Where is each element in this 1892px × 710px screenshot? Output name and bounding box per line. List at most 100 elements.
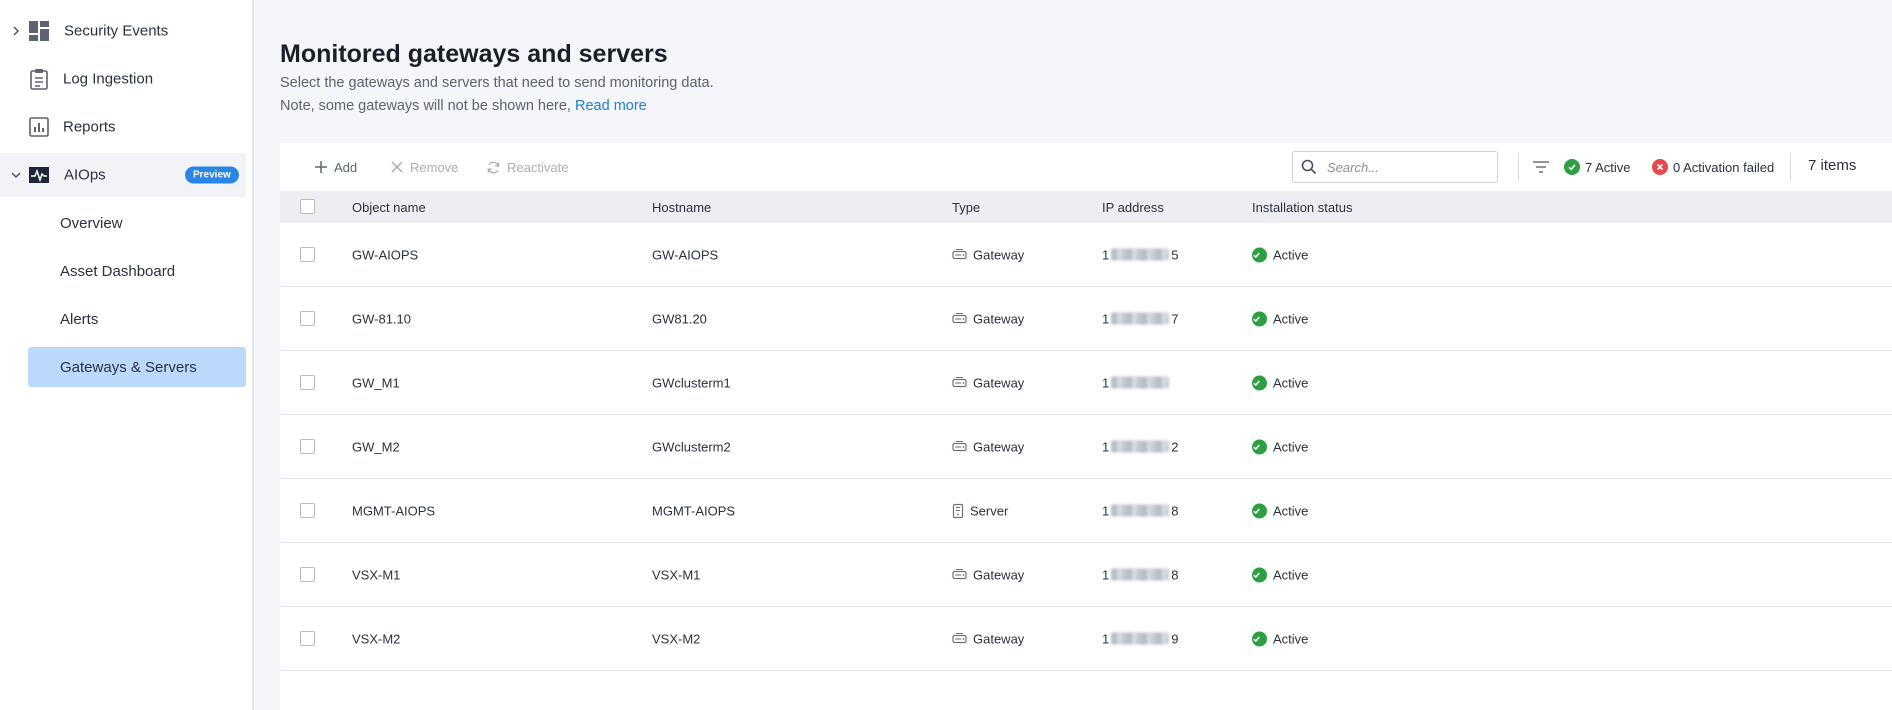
items-count: 7 items bbox=[1808, 157, 1857, 174]
column-header-ip-address[interactable]: IP address bbox=[1102, 200, 1164, 215]
sidebar-subitem-alerts[interactable]: Alerts bbox=[28, 299, 246, 339]
ip-prefix: 1 bbox=[1102, 375, 1110, 390]
type-label: Server bbox=[970, 503, 1009, 518]
sidebar-subitem-overview[interactable]: Overview bbox=[28, 203, 246, 243]
table-row[interactable]: MGMT-AIOPS MGMT-AIOPS Server 1 8 Active bbox=[280, 479, 1892, 543]
redacted-ip bbox=[1111, 248, 1170, 261]
sidebar-subitem-gateways-servers[interactable]: Gateways & Servers bbox=[28, 347, 246, 387]
object-name-cell: GW-81.10 bbox=[352, 311, 412, 326]
row-checkbox[interactable] bbox=[300, 567, 315, 582]
ip-prefix: 1 bbox=[1102, 311, 1110, 326]
search-icon bbox=[1301, 159, 1317, 175]
gateway-icon bbox=[952, 313, 967, 324]
column-header-hostname[interactable]: Hostname bbox=[652, 200, 711, 215]
search-input[interactable] bbox=[1327, 159, 1477, 175]
status-label: Active bbox=[1273, 631, 1309, 646]
status-label: Active bbox=[1273, 439, 1309, 454]
sidebar-subitem-asset-dashboard[interactable]: Asset Dashboard bbox=[28, 251, 246, 291]
type-cell: Gateway bbox=[952, 567, 1024, 582]
close-icon bbox=[391, 161, 403, 173]
installation-status-cell: Active bbox=[1252, 631, 1308, 646]
row-checkbox[interactable] bbox=[300, 311, 315, 326]
status-label: Active bbox=[1273, 567, 1309, 582]
table-row[interactable]: GW_M1 GWclusterm1 Gateway 1 Active bbox=[280, 351, 1892, 415]
table-header: Object name Hostname Type IP address Ins… bbox=[280, 191, 1892, 223]
pulse-monitor-icon bbox=[29, 167, 49, 183]
object-name-cell: VSX-M2 bbox=[352, 631, 401, 646]
search-box[interactable] bbox=[1292, 151, 1498, 183]
type-cell: Gateway bbox=[952, 247, 1024, 262]
type-cell: Gateway bbox=[952, 631, 1024, 646]
type-cell: Gateway bbox=[952, 439, 1024, 454]
active-status-filter[interactable]: 7 Active bbox=[1564, 157, 1631, 177]
column-header-installation-status[interactable]: Installation status bbox=[1252, 200, 1352, 215]
hostname-cell: VSX-M1 bbox=[652, 567, 701, 582]
check-circle-icon bbox=[1252, 503, 1267, 518]
ip-address-cell: 18 bbox=[1102, 567, 1178, 582]
sidebar-item-label: Security Events bbox=[64, 22, 169, 40]
toolbar-divider bbox=[1790, 153, 1791, 181]
table-row[interactable]: GW-AIOPS GW-AIOPS Gateway 1 5 Active bbox=[280, 223, 1892, 287]
server-icon bbox=[952, 503, 964, 518]
refresh-icon bbox=[487, 161, 500, 173]
status-label: Active bbox=[1273, 503, 1309, 518]
sidebar-item-aiops[interactable]: AIOps Preview bbox=[0, 153, 246, 197]
chevron-right-icon[interactable] bbox=[10, 25, 22, 37]
row-checkbox[interactable] bbox=[300, 631, 315, 646]
clipboard-icon bbox=[30, 69, 48, 90]
page-note: Note, some gateways will not be shown he… bbox=[280, 98, 647, 114]
installation-status-cell: Active bbox=[1252, 439, 1308, 454]
table-row[interactable]: VSX-M2 VSX-M2 Gateway 1 9 Active bbox=[280, 607, 1892, 671]
filter-icon[interactable] bbox=[1532, 159, 1550, 175]
reactivate-button[interactable]: Reactivate bbox=[486, 157, 568, 177]
remove-label: Remove bbox=[410, 159, 459, 175]
ip-suffix: 8 bbox=[1171, 567, 1179, 582]
select-all-checkbox[interactable] bbox=[300, 199, 315, 214]
page-title: Monitored gateways and servers bbox=[280, 40, 668, 68]
check-circle-icon bbox=[1252, 567, 1267, 582]
column-header-type[interactable]: Type bbox=[952, 200, 980, 215]
gateway-icon bbox=[952, 633, 967, 644]
type-label: Gateway bbox=[973, 247, 1025, 262]
type-label: Gateway bbox=[973, 631, 1025, 646]
ip-suffix: 8 bbox=[1171, 503, 1179, 518]
sidebar-item-log-ingestion[interactable]: Log Ingestion bbox=[0, 57, 254, 101]
redacted-ip bbox=[1111, 632, 1170, 645]
type-cell: Gateway bbox=[952, 311, 1024, 326]
row-checkbox[interactable] bbox=[300, 503, 315, 518]
gateway-icon bbox=[952, 569, 967, 580]
read-more-link[interactable]: Read more bbox=[575, 98, 647, 114]
row-checkbox[interactable] bbox=[300, 375, 315, 390]
type-label: Gateway bbox=[973, 439, 1025, 454]
row-checkbox[interactable] bbox=[300, 247, 315, 262]
hostname-cell: GW81.20 bbox=[652, 311, 707, 326]
hostname-cell: GWclusterm1 bbox=[652, 375, 731, 390]
check-circle-icon bbox=[1252, 375, 1267, 390]
object-name-cell: MGMT-AIOPS bbox=[352, 503, 436, 518]
dashboard-icon bbox=[29, 21, 49, 41]
table-row[interactable]: VSX-M1 VSX-M1 Gateway 1 8 Active bbox=[280, 543, 1892, 607]
row-checkbox[interactable] bbox=[300, 439, 315, 454]
chevron-down-icon[interactable] bbox=[10, 169, 22, 181]
sidebar: Security Events Log Ingestion Reports AI… bbox=[0, 0, 254, 710]
sidebar-item-security-events[interactable]: Security Events bbox=[0, 9, 254, 53]
ip-prefix: 1 bbox=[1102, 439, 1110, 454]
toolbar-divider bbox=[1518, 153, 1519, 181]
ip-address-cell: 12 bbox=[1102, 439, 1178, 454]
gateway-icon bbox=[952, 377, 967, 388]
ip-prefix: 1 bbox=[1102, 503, 1110, 518]
add-button[interactable]: Add bbox=[314, 157, 357, 177]
ip-suffix: 2 bbox=[1171, 439, 1179, 454]
remove-button[interactable]: Remove bbox=[390, 157, 458, 177]
table-row[interactable]: GW_M2 GWclusterm2 Gateway 1 2 Active bbox=[280, 415, 1892, 479]
table-row[interactable]: GW-81.10 GW81.20 Gateway 1 7 Active bbox=[280, 287, 1892, 351]
object-name-cell: GW-AIOPS bbox=[352, 247, 419, 262]
failed-status-filter[interactable]: 0 Activation failed bbox=[1652, 157, 1774, 177]
gateways-table-panel: Add Remove Reactivate Search... 7 Active… bbox=[280, 143, 1892, 710]
sidebar-item-reports[interactable]: Reports bbox=[0, 105, 254, 149]
active-status-label: 7 Active bbox=[1585, 159, 1631, 175]
ip-address-cell: 1 bbox=[1102, 375, 1171, 390]
page-description: Select the gateways and servers that nee… bbox=[280, 75, 714, 91]
column-header-object-name[interactable]: Object name bbox=[352, 200, 426, 215]
redacted-ip bbox=[1111, 568, 1170, 581]
